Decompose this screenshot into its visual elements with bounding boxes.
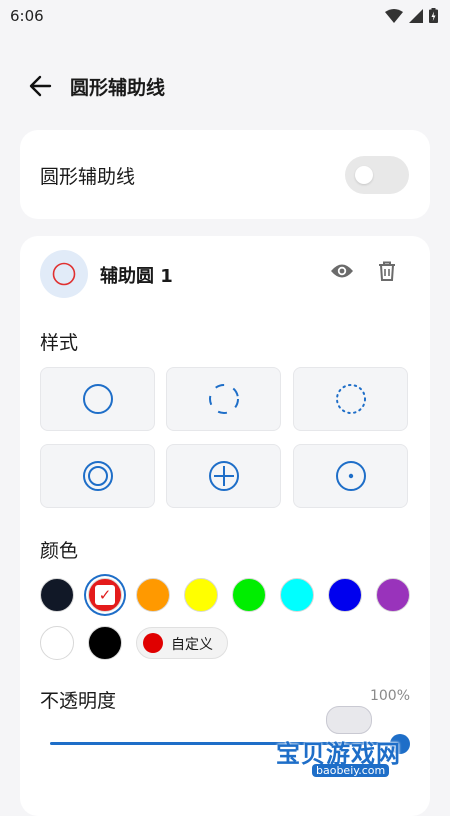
eye-icon[interactable]	[330, 262, 354, 280]
color-swatch-3[interactable]	[184, 578, 218, 612]
solid-circle-icon	[82, 384, 113, 414]
style-solid-button[interactable]	[40, 367, 155, 431]
style-dotted-button[interactable]	[293, 367, 408, 431]
battery-icon	[429, 8, 438, 23]
center-dot-circle-icon	[335, 461, 366, 491]
style-center-dot-button[interactable]	[293, 444, 408, 508]
circle-name: 辅助圆 1	[100, 266, 173, 287]
watermark-url: baobeiy.com	[312, 764, 390, 777]
color-swatch-0[interactable]	[40, 578, 74, 612]
toggle-knob	[355, 166, 373, 184]
color-swatch-6[interactable]	[328, 578, 362, 612]
double-circle-icon	[82, 461, 113, 491]
color-swatch-4[interactable]	[232, 578, 266, 612]
status-bar: 6:06	[0, 0, 450, 34]
custom-color-label: 自定义	[171, 637, 213, 653]
signal-icon	[409, 8, 423, 23]
circle-preview-icon	[52, 262, 76, 286]
dotted-circle-icon	[335, 384, 366, 414]
dashed-circle-icon	[208, 384, 239, 414]
color-swatch-1[interactable]: ✓	[88, 578, 122, 612]
color-swatch-9[interactable]	[88, 626, 122, 660]
style-grid	[40, 367, 410, 512]
custom-color-dot	[143, 633, 163, 653]
crosshair-circle-icon	[208, 461, 239, 491]
back-button[interactable]	[26, 72, 56, 100]
watermark: 宝贝游戏网 baobeiy.com	[270, 706, 420, 786]
enable-label: 圆形辅助线	[40, 166, 136, 188]
opacity-value: 100%	[369, 688, 410, 704]
app-bar: 圆形辅助线	[0, 60, 450, 112]
enable-card: 圆形辅助线	[20, 130, 430, 219]
opacity-label: 不透明度	[40, 690, 117, 712]
wifi-icon	[385, 8, 403, 23]
color-swatch-2[interactable]	[136, 578, 170, 612]
enable-toggle[interactable]	[345, 156, 409, 194]
custom-color-button[interactable]: 自定义	[136, 627, 228, 659]
style-dashed-button[interactable]	[166, 367, 281, 431]
status-time: 6:06	[10, 7, 44, 25]
gamepad-icon	[326, 706, 372, 734]
color-label: 颜色	[40, 540, 79, 562]
style-crosshair-button[interactable]	[166, 444, 281, 508]
style-label: 样式	[40, 332, 79, 354]
color-swatches: ✓ 自定义	[40, 578, 420, 668]
page-title: 圆形辅助线	[70, 77, 166, 99]
check-icon: ✓	[95, 585, 115, 605]
trash-icon[interactable]	[378, 261, 396, 281]
style-double-button[interactable]	[40, 444, 155, 508]
status-icons	[385, 8, 438, 23]
arrow-left-icon	[29, 75, 52, 97]
color-swatch-5[interactable]	[280, 578, 314, 612]
circle-avatar	[40, 250, 88, 298]
color-swatch-7[interactable]	[376, 578, 410, 612]
color-swatch-8[interactable]	[40, 626, 74, 660]
